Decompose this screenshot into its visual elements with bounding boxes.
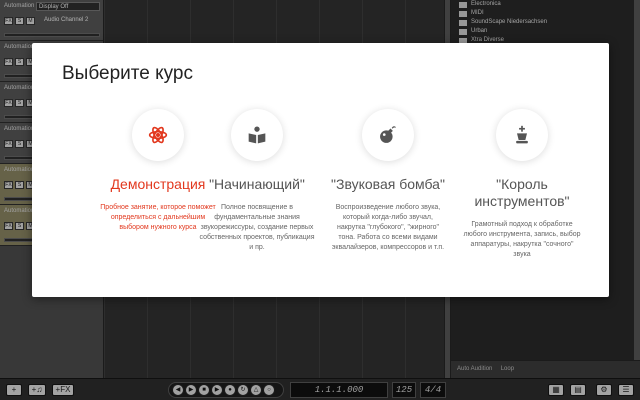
book-reader-icon bbox=[231, 109, 283, 161]
course-sound-bomb[interactable]: "Звуковая бомба" Воспроизведение любого … bbox=[318, 109, 458, 253]
course-description: Грамотный подход к обработке любого инст… bbox=[463, 221, 581, 258]
course-title: "Король инструментов" bbox=[474, 176, 570, 209]
chess-king-icon bbox=[496, 109, 548, 161]
bomb-icon bbox=[362, 109, 414, 161]
atom-icon bbox=[132, 109, 184, 161]
course-title: "Звуковая бомба" bbox=[331, 176, 445, 192]
course-description: Воспроизведение любого звука, который ко… bbox=[331, 204, 445, 251]
course-description: Полное посвящение в фундаментальные знан… bbox=[199, 204, 315, 251]
course-instrument-king[interactable]: "Король инструментов" Грамотный подход к… bbox=[452, 109, 592, 260]
course-title: "Начинающий" bbox=[209, 176, 305, 192]
dialog-title: Выберите курс bbox=[62, 63, 193, 84]
course-select-dialog: Выберите курс Демонстрация Пробное занят… bbox=[32, 43, 609, 297]
course-beginner[interactable]: "Начинающий" Полное посвящение в фундаме… bbox=[187, 109, 327, 253]
